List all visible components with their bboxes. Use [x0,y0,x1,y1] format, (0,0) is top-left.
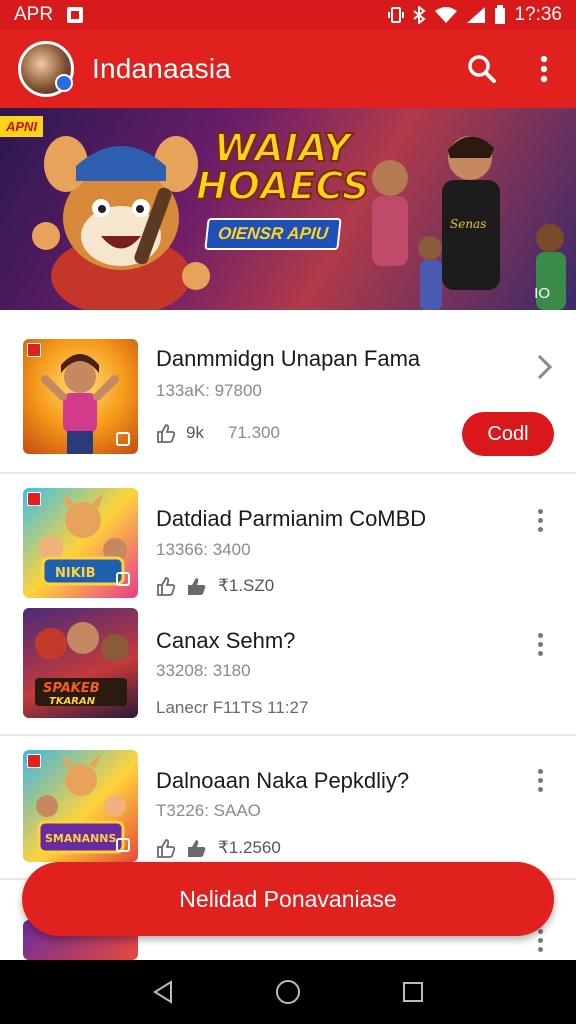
battery-icon [495,5,506,24]
wifi-icon [435,7,458,23]
more-options-button[interactable] [530,760,550,800]
status-bar: APR 1?:36 [0,0,576,30]
item-meta: Lanecr F11TS 11:27 [156,698,308,718]
banner-corner-label: IO [534,285,550,302]
item-count: 71.300 [227,423,280,442]
item-updated: Lanecr F11TS 11:27 [156,698,309,717]
more-options-button[interactable] [530,624,550,664]
banner-title-line1: WAIAY [213,126,352,170]
chevron-right-icon[interactable] [532,352,556,382]
item-likes: 9k [186,423,204,442]
more-options-button[interactable] [530,500,550,540]
game-thumbnail [23,339,138,454]
signal-icon [467,7,486,23]
flag-icon [27,343,41,357]
home-button[interactable] [268,972,308,1012]
back-button[interactable] [143,972,183,1012]
badge-icon [116,838,130,852]
overflow-menu-button[interactable] [526,51,562,87]
item-title: Datdiad Parmianim CoMBD [156,506,427,531]
item-title: Dalnoaan Naka Pepkdliy? [156,768,410,793]
svg-text:SMANANNS: SMANANNS [45,832,117,845]
home-icon [275,980,300,1004]
item-price: ₹1.2560 [218,838,281,857]
banner-pill-suffix: APIU [286,224,329,243]
avatar[interactable] [18,41,74,97]
badge-icon [116,572,130,586]
characters-illustration: Senas [372,136,566,310]
notification-icon [67,7,84,23]
vibrate-icon [388,7,405,23]
primary-action-button[interactable]: Nelidad Ponavaniase [22,862,554,936]
back-icon [152,980,172,1004]
thumbs-up-filled-icon [188,578,206,595]
item-subtitle: T3226: SAAO [156,801,261,820]
clock-label: 1?:36 [514,4,562,25]
item-title: Canax Sehm? [156,628,296,653]
item-meta: 9k 71.300 [156,423,280,443]
item-subtitle: 13366: 3400 [156,540,251,559]
list-item[interactable]: NIKIB Datdiad Parmianim CoMBD 13366: 340… [0,474,576,598]
list-item[interactable]: SPAKEB TKARAN Canax Sehm? 33208: 3180 La… [0,598,576,724]
system-nav-bar [0,960,576,1024]
bluetooth-icon [413,6,427,24]
svg-text:SPAKEB: SPAKEB [43,681,100,696]
item-meta: ₹1.SZ0 [156,576,274,596]
svg-text:TKARAN: TKARAN [49,696,96,707]
like-icon [157,839,176,858]
search-icon [468,55,496,83]
game-thumbnail: SMANANNS [23,750,138,862]
app-title: Indanaasia [92,53,232,84]
search-button[interactable] [464,51,500,87]
item-price: ₹1.SZ0 [218,576,275,595]
recents-button[interactable] [393,972,433,1012]
carrier-label: APR [14,4,54,25]
like-icon [157,577,176,596]
more-vertical-icon [540,55,548,83]
list-item[interactable]: SMANANNS Dalnoaan Naka Pepkdliy? T3226: … [0,736,576,862]
flag-icon [27,492,41,506]
item-title: Danmmidgn Unapan Fama [156,346,421,371]
app-bar: Indanaasia [0,30,576,108]
recents-icon [403,982,424,1002]
banner-tag: APNI [0,116,44,137]
game-thumbnail: NIKIB [23,488,138,598]
svg-text:NIKIB: NIKIB [55,566,96,581]
promo-banner[interactable]: Senas APNI WAIAY HOAECS OIENSR APIU IO [0,108,576,310]
mascot-illustration [32,136,210,310]
banner-pill-prefix: OIENSR [217,224,285,243]
list-item[interactable]: Danmmidgn Unapan Fama 133aK: 97800 9k 71… [0,310,576,472]
thumbs-up-filled-icon [188,840,206,857]
item-meta: ₹1.2560 [156,838,281,858]
item-subtitle: 33208: 3180 [156,661,251,680]
like-icon [157,424,176,443]
badge-icon [116,432,130,446]
item-subtitle: 133aK: 97800 [156,381,262,400]
item-action-button[interactable]: Codl [462,412,554,456]
svg-text:Senas: Senas [450,217,486,231]
banner-subtitle: OIENSR APIU [204,218,342,250]
banner-title-line2: HOAECS [195,164,370,208]
character-art: SPAKEB TKARAN [35,622,129,707]
flag-icon [27,754,41,768]
game-thumbnail: SPAKEB TKARAN [23,608,138,718]
